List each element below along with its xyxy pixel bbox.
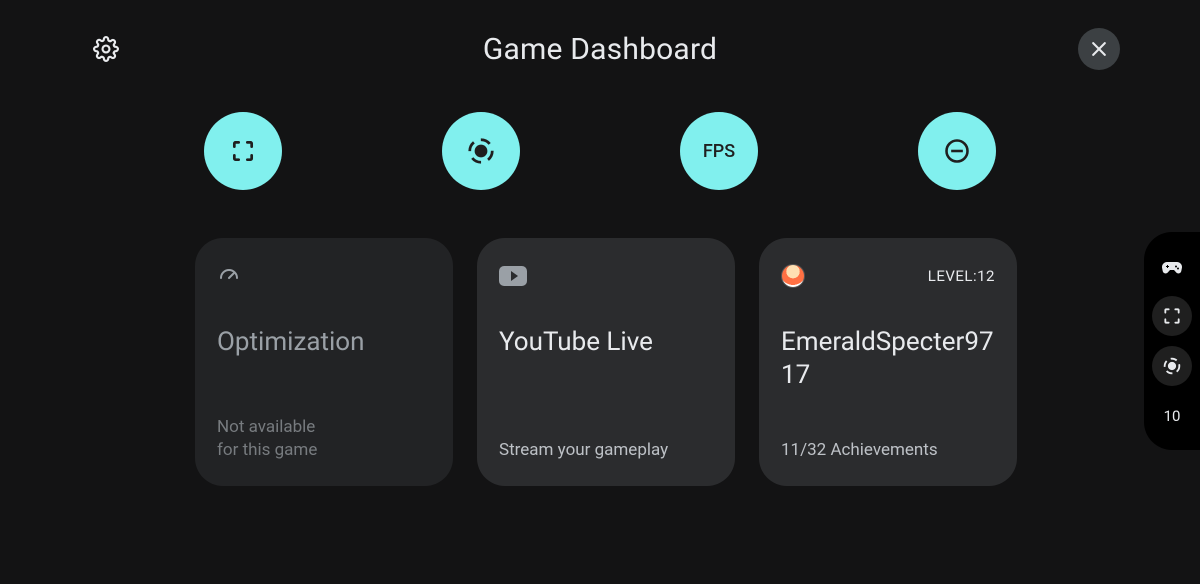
close-button[interactable] — [1078, 28, 1120, 70]
fps-button[interactable]: FPS — [680, 112, 758, 190]
level-badge: LEVEL:12 — [928, 267, 995, 285]
card-subtitle: Not available for this game — [217, 416, 431, 462]
settings-button[interactable] — [90, 33, 122, 65]
card-title: YouTube Live — [499, 326, 713, 359]
record-icon — [466, 136, 496, 166]
screenshot-icon — [1162, 306, 1182, 326]
youtube-live-card[interactable]: YouTube Live Stream your gameplay — [477, 238, 735, 486]
fps-pill-value[interactable]: 10 — [1152, 396, 1192, 436]
screenshot-icon — [230, 138, 256, 164]
optimization-card[interactable]: Optimization Not available for this game — [195, 238, 453, 486]
page-title: Game Dashboard — [483, 32, 717, 67]
dnd-button[interactable] — [918, 112, 996, 190]
achievements-text: 11/32 Achievements — [781, 439, 995, 462]
record-pill-button[interactable] — [1152, 346, 1192, 386]
game-controller-button[interactable] — [1152, 246, 1192, 286]
record-icon — [1161, 355, 1183, 377]
record-button[interactable] — [442, 112, 520, 190]
card-title: Optimization — [217, 326, 431, 359]
cards-row: Optimization Not available for this game… — [195, 238, 1200, 486]
fps-label: FPS — [703, 141, 735, 162]
screenshot-pill-button[interactable] — [1152, 296, 1192, 336]
avatar — [781, 264, 805, 288]
youtube-icon — [499, 266, 527, 286]
card-subtitle: Stream your gameplay — [499, 439, 713, 462]
game-controller-icon — [1160, 254, 1184, 278]
close-icon — [1089, 39, 1109, 59]
profile-username: EmeraldSpecter9717 — [781, 326, 995, 391]
profile-card[interactable]: LEVEL:12 EmeraldSpecter9717 11/32 Achiev… — [759, 238, 1017, 486]
speedometer-icon — [217, 264, 241, 288]
screenshot-button[interactable] — [204, 112, 282, 190]
floating-toolbar: 10 — [1144, 232, 1200, 450]
quick-actions-row: FPS — [0, 112, 1200, 190]
header: Game Dashboard — [0, 0, 1200, 70]
gear-icon — [93, 36, 119, 62]
do-not-disturb-icon — [943, 137, 971, 165]
